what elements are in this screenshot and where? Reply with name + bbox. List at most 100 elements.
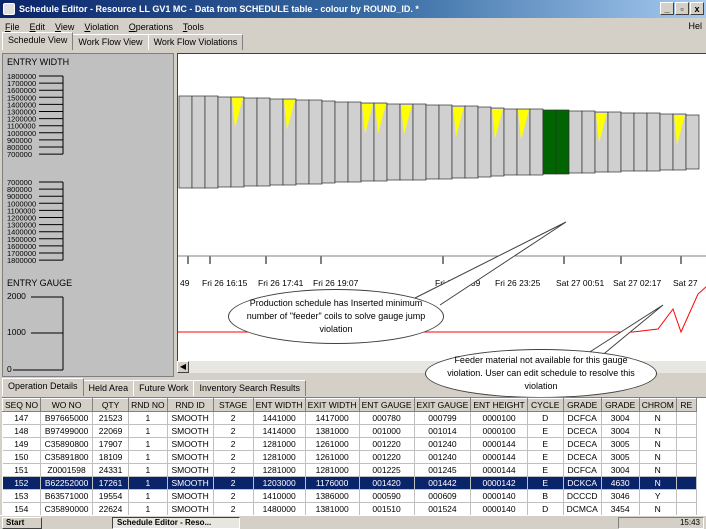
menu-operations[interactable]: Operations [124,22,178,32]
tab-inventory-search-results[interactable]: Inventory Search Results [193,380,306,396]
table-row[interactable]: 148 B97499000 22069 1 SMOOTH 2 1414000 1381000 0… [2,424,697,438]
coil-block[interactable] [308,99,323,185]
tab-work-flow-violations[interactable]: Work Flow Violations [147,34,244,50]
table-cell: 1261000 [305,450,360,464]
coil-block[interactable] [334,101,349,183]
table-cell: DCECA [563,424,602,438]
coil-block[interactable] [217,96,232,188]
coil-block[interactable] [178,95,193,189]
coil-block[interactable] [412,103,427,181]
coil-block[interactable] [529,108,544,176]
tab-schedule-view[interactable]: Schedule View [2,32,74,50]
table-row[interactable]: 154 C35890000 22624 1 SMOOTH 2 1480000 1381000 0… [2,502,697,515]
coil-block[interactable] [568,110,583,174]
table-cell: 18109 [92,450,130,464]
menu-file[interactable]: File [0,22,25,32]
column-header[interactable]: ENT GAUGE [358,398,415,412]
table-cell: E [527,463,564,477]
table-cell: 17261 [92,476,130,490]
coil-block[interactable] [425,104,440,180]
column-header[interactable]: CYCLE [526,398,564,412]
table-cell: DCFCA [563,463,602,477]
column-header[interactable]: EXIT GAUGE [413,398,472,412]
table-cell: 1203000 [253,476,306,490]
menu-tools[interactable]: Tools [178,22,209,32]
column-header[interactable]: RND ID [166,398,214,412]
coil-block[interactable] [191,95,206,189]
menu-violation[interactable]: Violation [79,22,123,32]
close-button[interactable]: x [690,2,704,15]
coil-block[interactable] [646,112,661,172]
coil-block[interactable] [204,95,219,189]
feeder-coil[interactable] [555,109,570,175]
scroll-left-arrow-icon[interactable]: ◀ [177,361,189,373]
column-header[interactable]: GRADE [562,398,602,412]
table-row[interactable]: 152 B62252000 17261 1 SMOOTH 2 1203000 1176000 0… [2,476,697,490]
coil-block[interactable] [269,98,284,186]
coil-block[interactable] [659,113,674,171]
taskbar-app-button[interactable]: Schedule Editor - Reso... [112,517,240,529]
coil-block[interactable] [438,104,453,180]
table-row[interactable]: 147 B97665000 21523 1 SMOOTH 2 1441000 1417000 0… [2,411,697,425]
column-header[interactable]: RND NO [128,398,168,412]
coil-block[interactable] [633,112,648,172]
menu-help[interactable]: Hel [688,21,702,31]
coil-block[interactable] [607,111,622,173]
column-header[interactable]: QTY [92,398,130,412]
table-cell: 1410000 [253,489,306,503]
coil-block[interactable] [256,97,271,187]
coil-block[interactable] [620,112,635,172]
coil-block[interactable] [685,114,700,170]
menu-view[interactable]: View [50,22,79,32]
table-cell: 1414000 [253,424,306,438]
table-cell: 151 [2,463,42,477]
table-cell: 153 [2,489,42,503]
table-cell: N [639,437,677,451]
column-header[interactable]: SEQ NO [2,398,42,412]
table-cell: 001524 [414,502,472,515]
maximize-button[interactable]: ▫ [675,2,689,15]
minimize-button[interactable]: _ [660,2,674,15]
coil-block[interactable] [477,106,492,178]
column-header[interactable]: EXIT WIDTH [304,398,360,412]
table-row[interactable]: 151 Z0001598 24331 1 SMOOTH 2 1281000 1281000 00… [2,463,697,477]
table-cell: 149 [2,437,42,451]
coil-block[interactable] [321,100,336,184]
table-row[interactable]: 150 C35891800 18109 1 SMOOTH 2 1281000 1261000 0… [2,450,697,464]
table-cell: 150 [2,450,42,464]
operation-table: SEQ NO WO NO QTY RND NO RND ID STAGE ENT WIDTH… [2,398,697,515]
table-cell: 1176000 [305,476,360,490]
column-header[interactable]: GRADE [600,398,640,412]
table-cell: N [639,450,677,464]
column-header[interactable]: ENT HEIGHT [470,398,528,412]
column-header[interactable]: ENT WIDTH [252,398,306,412]
coil-block[interactable] [464,105,479,179]
start-button[interactable]: Start [2,517,42,529]
feeder-coil[interactable] [542,109,557,175]
column-header[interactable]: WO NO [40,398,94,412]
coil-block[interactable] [503,108,518,176]
coil-block[interactable] [386,103,401,181]
table-cell: N [639,411,677,425]
coil-block[interactable] [243,97,258,187]
coil-block[interactable] [347,101,362,183]
tab-work-flow-view[interactable]: Work Flow View [72,34,149,50]
table-cell: N [639,463,677,477]
table-cell: 0000144 [470,463,528,477]
column-header[interactable]: STAGE [212,398,254,412]
menu-edit[interactable]: Edit [25,22,51,32]
column-header[interactable]: CHROM [638,398,677,412]
tab-held-area[interactable]: Held Area [82,380,135,396]
tab-operation-details[interactable]: Operation Details [2,378,84,396]
app-icon [3,3,15,15]
tab-future-work[interactable]: Future Work [133,380,195,396]
table-cell: 1281000 [253,437,306,451]
table-cell: 1381000 [305,424,360,438]
column-header[interactable]: RE [675,398,697,412]
coil-block[interactable] [581,110,596,174]
coil-block[interactable] [295,99,310,185]
table-cell: E [527,437,564,451]
table-cell: SMOOTH [167,437,214,451]
table-row[interactable]: 153 B63571000 19554 1 SMOOTH 2 1410000 1386000 0… [2,489,697,503]
table-row[interactable]: 149 C35890800 17907 1 SMOOTH 2 1281000 1261000 0… [2,437,697,451]
